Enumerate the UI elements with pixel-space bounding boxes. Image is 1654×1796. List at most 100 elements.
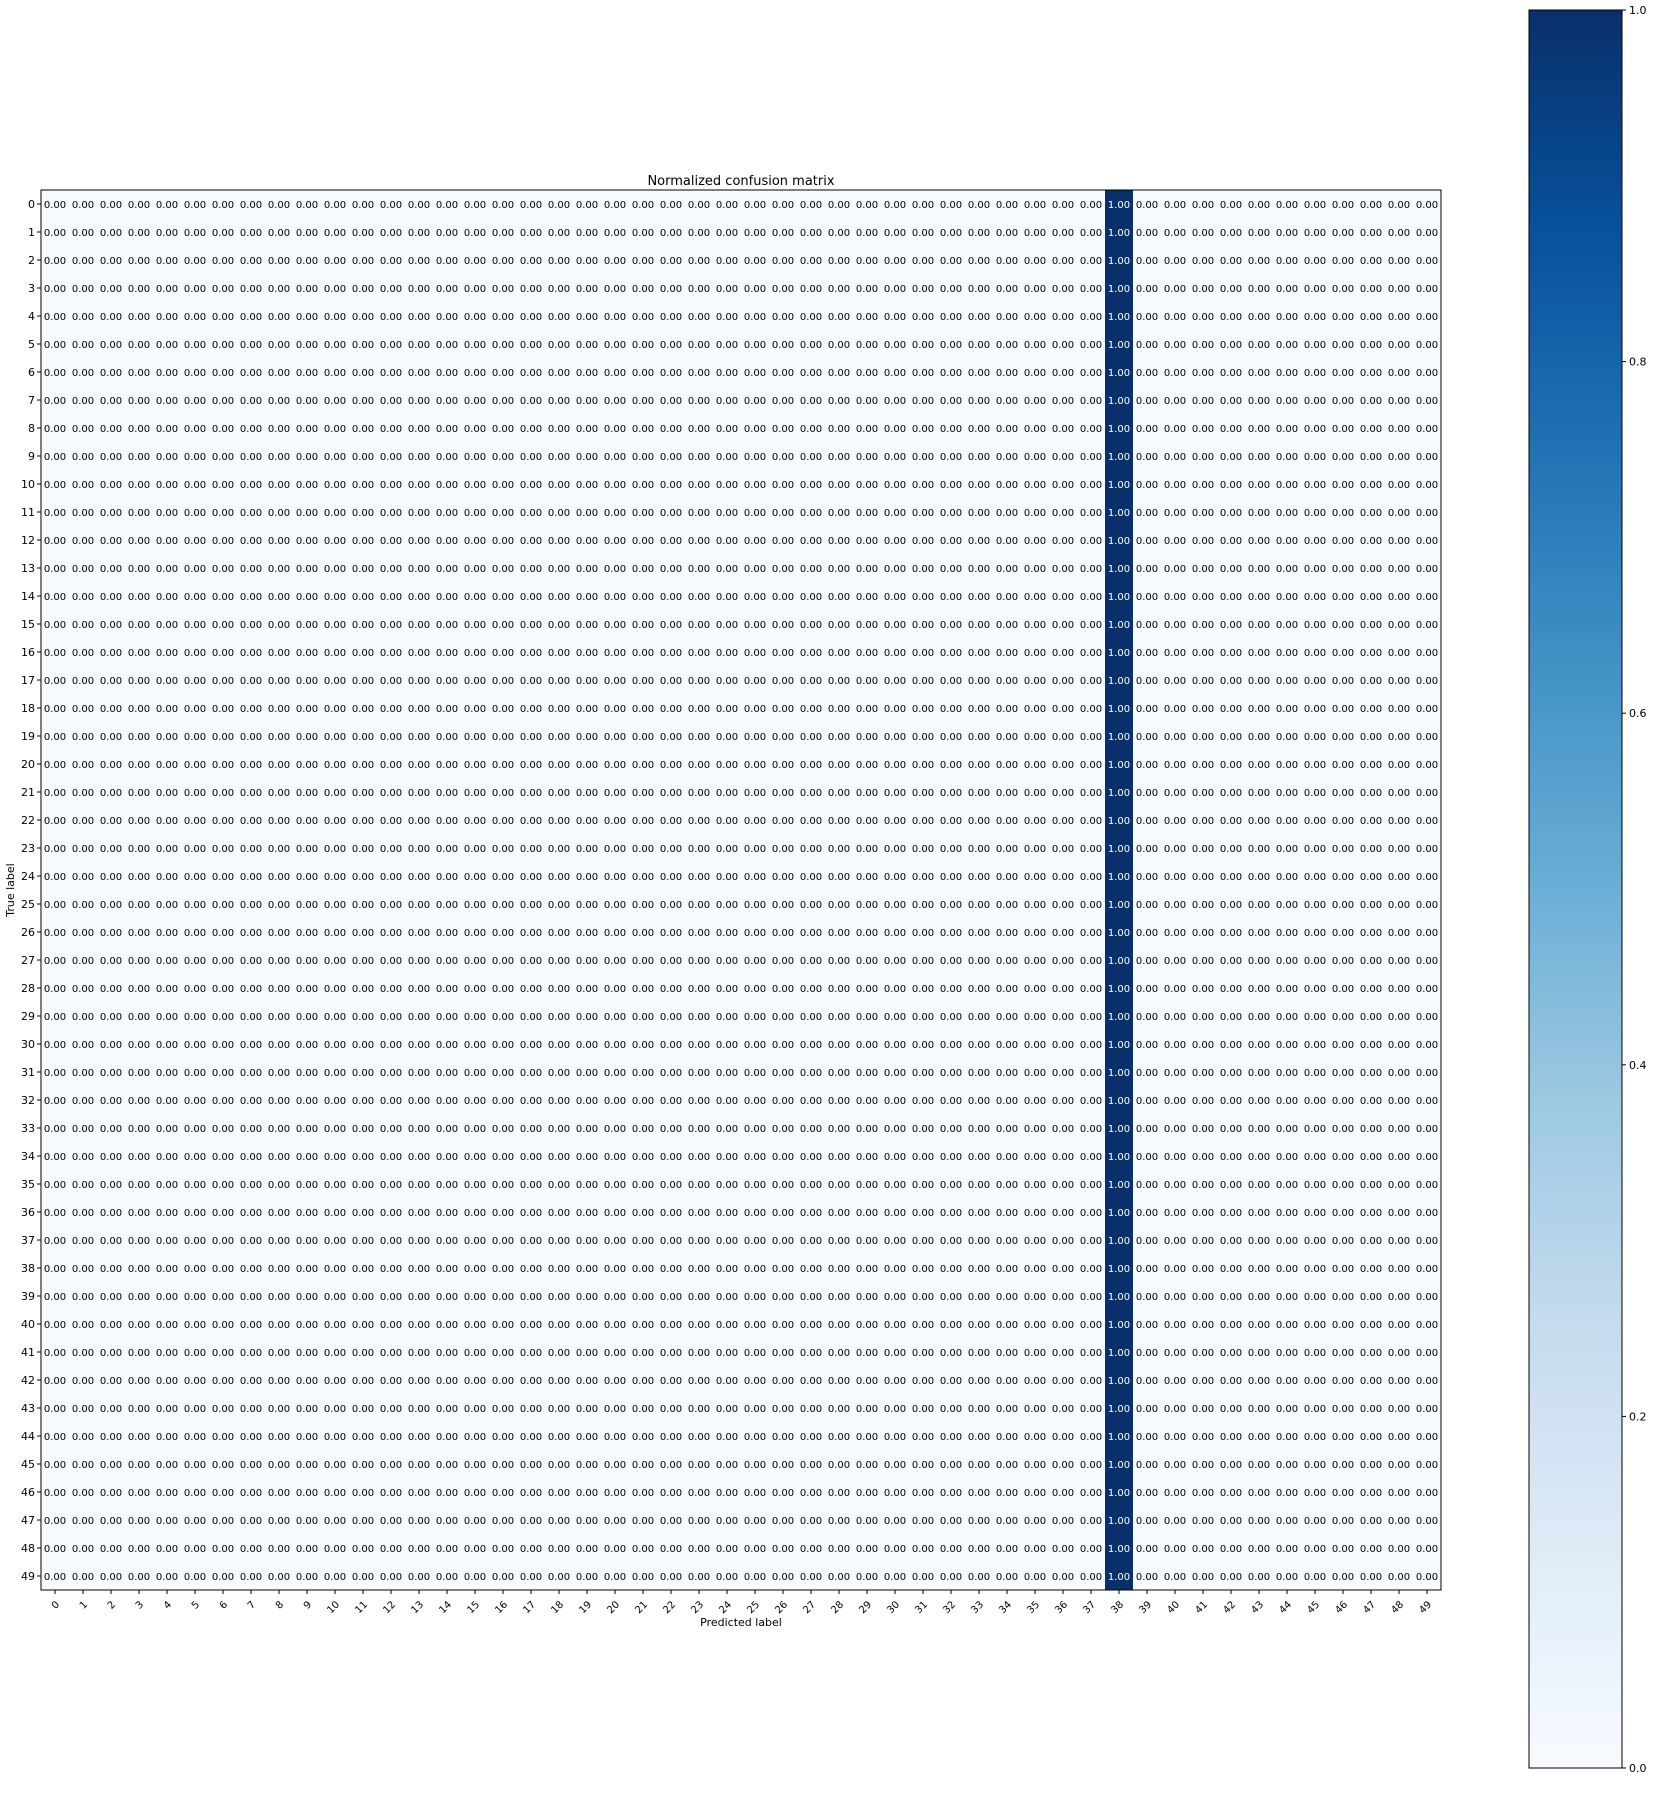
heatmap-cell-label: 0.00 bbox=[380, 648, 402, 659]
heatmap-cell-label: 0.00 bbox=[436, 760, 458, 771]
heatmap-cell-label: 0.00 bbox=[1052, 760, 1074, 771]
heatmap-cell-label: 0.00 bbox=[744, 956, 766, 967]
heatmap-cell-label: 0.00 bbox=[604, 620, 626, 631]
heatmap-cell-label: 0.00 bbox=[1416, 340, 1438, 351]
heatmap-cell-label: 0.00 bbox=[968, 928, 990, 939]
heatmap-cell-label: 0.00 bbox=[240, 424, 262, 435]
heatmap-cell-label: 0.00 bbox=[1416, 676, 1438, 687]
heatmap-cell-label: 0.00 bbox=[520, 844, 542, 855]
heatmap-cell-label: 0.00 bbox=[856, 312, 878, 323]
heatmap-cell-label: 0.00 bbox=[1164, 1320, 1186, 1331]
heatmap-cell-label: 0.00 bbox=[996, 1040, 1018, 1051]
heatmap-cell-label: 0.00 bbox=[436, 592, 458, 603]
heatmap-cell-label: 0.00 bbox=[128, 1432, 150, 1443]
heatmap-cell-label: 0.00 bbox=[380, 564, 402, 575]
heatmap-cell-label: 0.00 bbox=[324, 1124, 346, 1135]
heatmap-cell-label: 0.00 bbox=[1164, 536, 1186, 547]
heatmap-cell-label: 0.00 bbox=[1052, 1516, 1074, 1527]
heatmap-cell-label: 1.00 bbox=[1108, 872, 1130, 883]
heatmap-cell-label: 0.00 bbox=[268, 592, 290, 603]
heatmap-cell-label: 0.00 bbox=[1276, 1208, 1298, 1219]
heatmap-cell-label: 0.00 bbox=[240, 536, 262, 547]
heatmap-cell-label: 0.00 bbox=[464, 1432, 486, 1443]
heatmap-cell-label: 0.00 bbox=[1136, 564, 1158, 575]
heatmap-cell-label: 0.00 bbox=[688, 508, 710, 519]
heatmap-cell-label: 0.00 bbox=[716, 1068, 738, 1079]
heatmap-cell-label: 0.00 bbox=[100, 1320, 122, 1331]
heatmap-cell-label: 0.00 bbox=[688, 1068, 710, 1079]
heatmap-cell-label: 0.00 bbox=[800, 564, 822, 575]
heatmap-cell-label: 1.00 bbox=[1108, 1488, 1130, 1499]
heatmap-cell-label: 0.00 bbox=[268, 1544, 290, 1555]
heatmap-cell-label: 0.00 bbox=[436, 676, 458, 687]
heatmap-cell-label: 0.00 bbox=[1360, 1348, 1382, 1359]
heatmap-cell-label: 0.00 bbox=[1276, 928, 1298, 939]
heatmap-cell-label: 0.00 bbox=[828, 1264, 850, 1275]
heatmap-cell-label: 0.00 bbox=[1052, 872, 1074, 883]
heatmap-cell-label: 0.00 bbox=[128, 368, 150, 379]
heatmap-cell-label: 0.00 bbox=[492, 1124, 514, 1135]
heatmap-cell-label: 0.00 bbox=[352, 340, 374, 351]
heatmap-cell-label: 0.00 bbox=[744, 1292, 766, 1303]
heatmap-cell-label: 0.00 bbox=[912, 312, 934, 323]
heatmap-cell-label: 0.00 bbox=[520, 788, 542, 799]
heatmap-cell-label: 0.00 bbox=[520, 452, 542, 463]
y-tick-label: 10 bbox=[21, 478, 35, 491]
heatmap-cell-label: 0.00 bbox=[800, 480, 822, 491]
heatmap-cell-label: 0.00 bbox=[1248, 1516, 1270, 1527]
heatmap-cell-label: 0.00 bbox=[1332, 1292, 1354, 1303]
heatmap-cell-label: 0.00 bbox=[688, 424, 710, 435]
heatmap-cell-label: 0.00 bbox=[1332, 1572, 1354, 1583]
heatmap-cell-label: 0.00 bbox=[212, 704, 234, 715]
heatmap-cell-label: 0.00 bbox=[128, 480, 150, 491]
heatmap-cell-label: 0.00 bbox=[856, 1348, 878, 1359]
heatmap-cell-label: 0.00 bbox=[352, 984, 374, 995]
heatmap-cell-label: 0.00 bbox=[940, 928, 962, 939]
heatmap-cell-label: 0.00 bbox=[688, 872, 710, 883]
heatmap-cell-label: 0.00 bbox=[1136, 1488, 1158, 1499]
heatmap-cell-label: 0.00 bbox=[1304, 620, 1326, 631]
heatmap-cell-label: 0.00 bbox=[1304, 368, 1326, 379]
heatmap-cell-label: 0.00 bbox=[1360, 1180, 1382, 1191]
heatmap-cell-label: 0.00 bbox=[1136, 732, 1158, 743]
heatmap-cell-label: 0.00 bbox=[100, 1012, 122, 1023]
heatmap-cell-label: 0.00 bbox=[632, 564, 654, 575]
heatmap-cell-label: 0.00 bbox=[1360, 256, 1382, 267]
heatmap-cell-label: 0.00 bbox=[520, 1096, 542, 1107]
heatmap-cell-label: 0.00 bbox=[940, 1544, 962, 1555]
heatmap-cell-label: 0.00 bbox=[604, 676, 626, 687]
heatmap-cell-label: 0.00 bbox=[464, 368, 486, 379]
heatmap-cell-label: 0.00 bbox=[716, 956, 738, 967]
heatmap-cell-label: 0.00 bbox=[1360, 228, 1382, 239]
heatmap-cell-label: 0.00 bbox=[884, 592, 906, 603]
heatmap-cell-label: 0.00 bbox=[716, 508, 738, 519]
heatmap-cell-label: 0.00 bbox=[464, 1404, 486, 1415]
heatmap-cell-label: 0.00 bbox=[44, 788, 66, 799]
heatmap-cell-label: 0.00 bbox=[576, 1376, 598, 1387]
heatmap-cell-label: 0.00 bbox=[884, 368, 906, 379]
heatmap-cell-label: 0.00 bbox=[1388, 536, 1410, 547]
heatmap-cell-label: 0.00 bbox=[408, 592, 430, 603]
x-tick-label: 46 bbox=[1333, 1599, 1350, 1616]
heatmap-cell-label: 0.00 bbox=[1192, 452, 1214, 463]
heatmap-cell-label: 0.00 bbox=[632, 1068, 654, 1079]
heatmap-cell-label: 0.00 bbox=[1220, 816, 1242, 827]
heatmap-cell-label: 0.00 bbox=[660, 704, 682, 715]
heatmap-cell-label: 0.00 bbox=[212, 1208, 234, 1219]
heatmap-cell-label: 0.00 bbox=[44, 1404, 66, 1415]
heatmap-cell-label: 0.00 bbox=[548, 900, 570, 911]
heatmap-cell-label: 0.00 bbox=[688, 1012, 710, 1023]
heatmap-cell-label: 0.00 bbox=[72, 1376, 94, 1387]
heatmap-cell-label: 0.00 bbox=[184, 536, 206, 547]
heatmap-cell-label: 0.00 bbox=[744, 1376, 766, 1387]
heatmap-cell-label: 0.00 bbox=[464, 1348, 486, 1359]
heatmap-cell-label: 0.00 bbox=[1332, 1348, 1354, 1359]
heatmap-cell-label: 0.00 bbox=[1220, 284, 1242, 295]
heatmap-cell-label: 0.00 bbox=[940, 1068, 962, 1079]
y-tick-label: 27 bbox=[21, 954, 35, 967]
heatmap-cell-label: 0.00 bbox=[1416, 788, 1438, 799]
heatmap-cell-label: 0.00 bbox=[240, 396, 262, 407]
x-tick-label: 21 bbox=[633, 1599, 650, 1616]
heatmap-cell-label: 0.00 bbox=[72, 676, 94, 687]
heatmap-cell-label: 0.00 bbox=[632, 788, 654, 799]
